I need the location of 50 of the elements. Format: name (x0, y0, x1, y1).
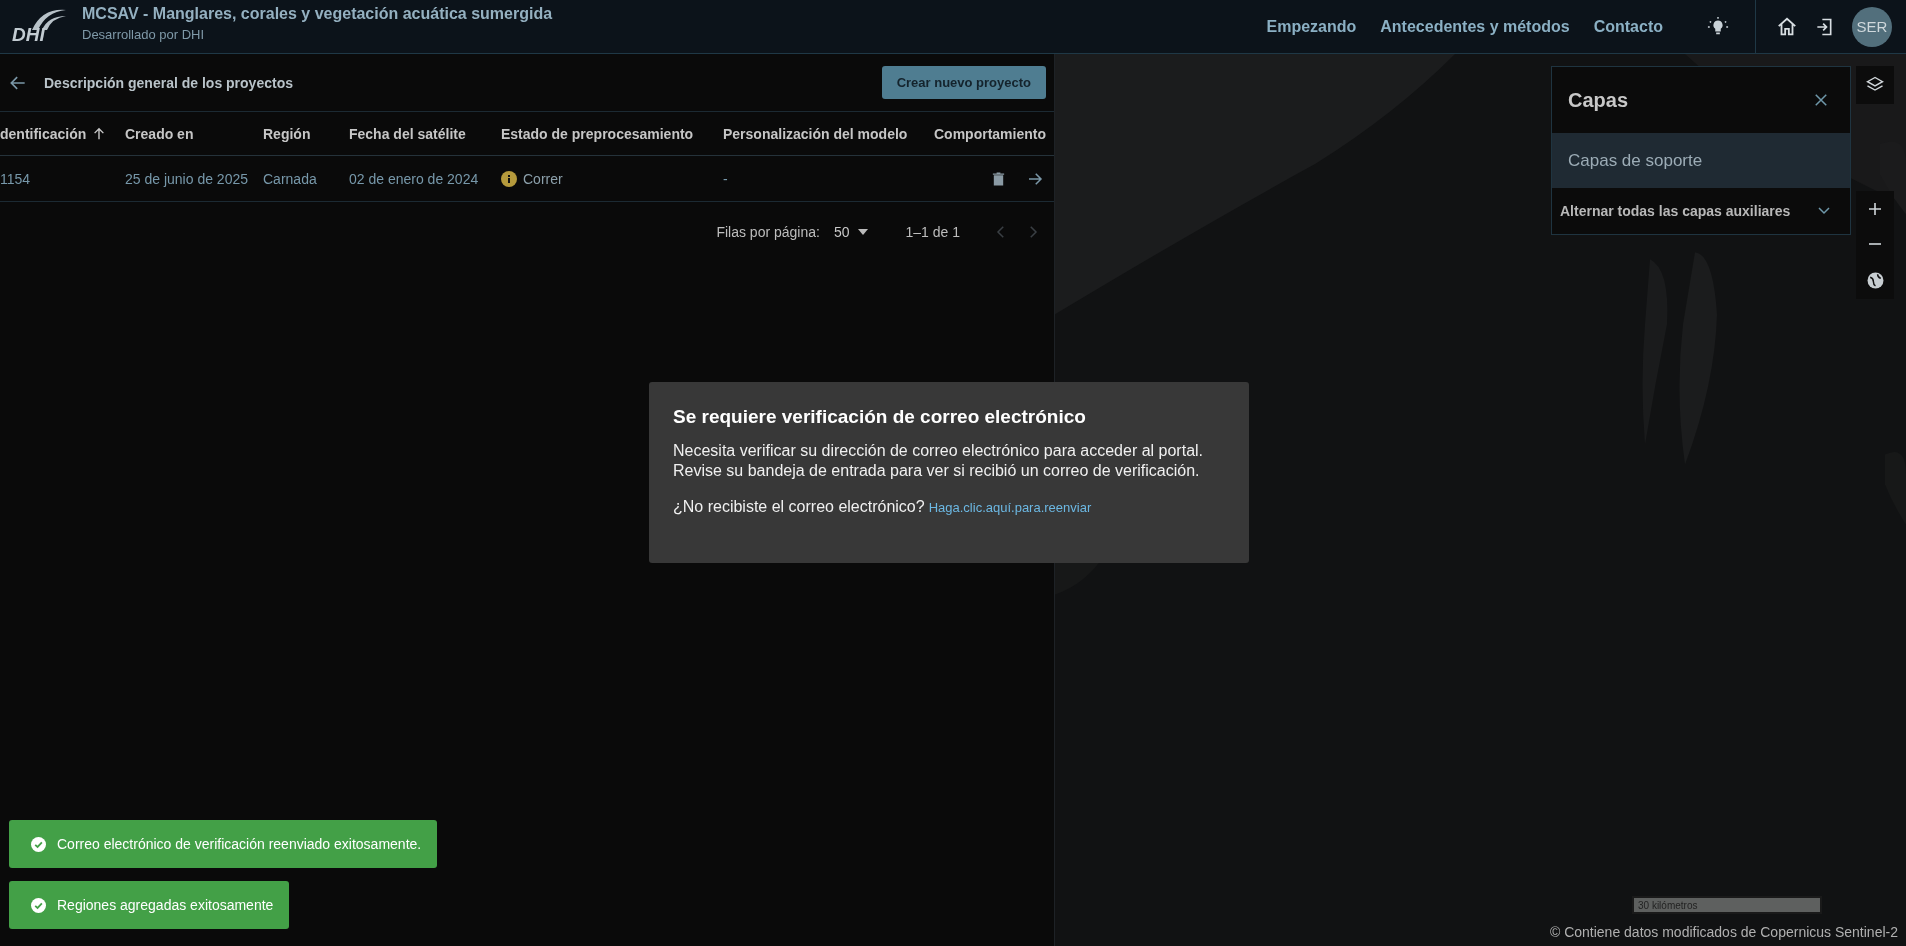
column-header[interactable]: Estado de preprocesamiento (501, 125, 694, 142)
rows-per-page-label: Filas por página: (716, 224, 820, 240)
resend-link[interactable]: Haga.clic.aquí.para.reenviar (928, 500, 1092, 515)
nav-link[interactable]: Antecedentes y métodos (1380, 17, 1570, 36)
user-avatar[interactable]: SER (1852, 6, 1892, 47)
page-range: 1–1 de 1 (905, 224, 960, 240)
dhi-logo[interactable]: DHI (12, 5, 68, 48)
create-project-button[interactable]: Crear nuevo proyecto (881, 66, 1046, 99)
table-cell: 25 de junio de 2025 (125, 170, 248, 187)
attribution-text: © Contiene datos modificados de Copernicus Sentinel-2 (1549, 924, 1898, 940)
column-header[interactable]: Comportamiento (934, 125, 1046, 142)
panel-title: Descripción general de los proyectos (44, 74, 294, 91)
toast-message: Regiones agregadas exitosamente (57, 897, 274, 913)
column-header[interactable]: Creado en (125, 125, 194, 142)
home-icon[interactable] (1776, 15, 1798, 38)
column-header[interactable]: Región (263, 125, 311, 142)
table-cell: Correr (523, 170, 563, 187)
toggle-all-layers[interactable]: Alternar todas las capas auxiliares (1552, 188, 1850, 234)
check-circle-icon (31, 836, 46, 852)
logout-icon[interactable] (1814, 16, 1834, 37)
app-subtitle: Desarrollado por DHI (82, 27, 206, 42)
dialog-title: Se requiere verificación de correo electrónico (673, 406, 1087, 428)
column-header[interactable]: dentificación (0, 125, 87, 142)
layers-title: Capas (1568, 88, 1629, 112)
caret-icon[interactable] (857, 229, 868, 235)
delete-icon[interactable] (991, 170, 1006, 187)
app-title: MCSAV - Manglares, corales y vegetación acuática sumergida (82, 5, 553, 23)
table-cell: - (723, 170, 728, 187)
layers-button[interactable] (1856, 66, 1894, 104)
dialog-text: Necesita verificar su dirección de correo electrónico para acceder al portal. (673, 442, 1205, 460)
layer-group-tab[interactable]: Capas de soporte (1552, 133, 1850, 188)
toast-message: Correo electrónico de verificación reenviado exitosamente. (57, 836, 422, 852)
dialog-text: Revise su bandeja de entrada para ver si recibió un correo de verificación. (673, 462, 1201, 480)
column-header[interactable]: Fecha del satélite (349, 125, 466, 142)
nav-link[interactable]: Contacto (1593, 17, 1663, 36)
zoom-in-icon[interactable] (1867, 200, 1883, 217)
table-cell: 02 de enero de 2024 (349, 170, 479, 187)
column-header[interactable]: Personalización del modelo (723, 125, 908, 142)
table-cell: 1154 (0, 170, 31, 187)
sort-arrow-icon[interactable] (92, 126, 107, 141)
table-cell: Carnada (263, 170, 317, 187)
check-circle-icon (31, 897, 46, 913)
info-icon (501, 170, 517, 187)
nav-link[interactable]: Empezando (1266, 17, 1357, 36)
dialog-question: ¿No recibiste el correo electrónico? (673, 498, 925, 516)
globe-icon[interactable] (1866, 272, 1884, 290)
scale-bar: 30 kilómetros (1632, 896, 1822, 914)
chevron-down-icon[interactable] (1818, 207, 1830, 215)
rows-per-page-select[interactable]: 50 (833, 224, 868, 240)
close-icon[interactable] (1812, 91, 1830, 109)
